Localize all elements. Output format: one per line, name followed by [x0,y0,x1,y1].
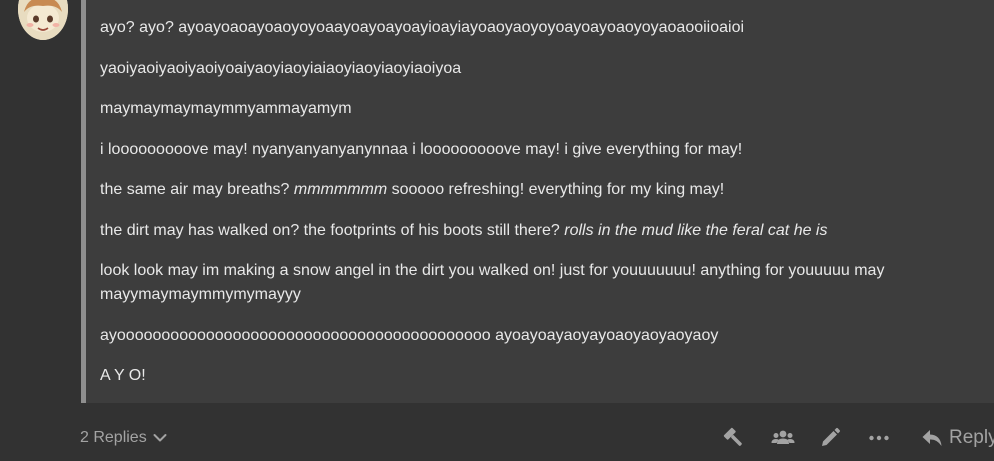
paragraph-text: i looooooooove may! nyanyanyanyanynnaa i… [100,140,743,158]
chevron-down-icon [153,434,167,442]
group-button[interactable] [771,426,795,450]
replies-toggle[interactable]: 2 Replies [80,428,167,448]
avatar[interactable] [18,0,68,40]
post-footer: 2 Replies Reply [0,403,994,461]
blockquote: ayo? ayo? ayoayoaoayoaoyoyoaayoayoayoayi… [81,0,994,403]
reply-button[interactable]: Reply [921,427,994,449]
hammer-icon [723,427,742,446]
post-paragraph: A Y O! [100,364,974,388]
italic-text: rolls in the mud like the feral cat he i… [564,221,828,239]
replies-label: 2 Replies [80,429,147,446]
paragraph-text: the dirt may has walked on? the footprin… [100,221,565,239]
pencil-icon [822,427,841,446]
post-paragraph: the dirt may has walked on? the footprin… [100,219,974,243]
paragraph-text: look look may im making a snow angel in … [100,262,885,303]
reply-arrow-icon [922,430,942,446]
post-paragraph: ayo? ayo? ayoayoaoayoaoyoyoaayoayoayoayi… [100,16,974,40]
post-paragraph: yaoiyaoiyaoiyaoiyoaiyaoyiaoyiaiaoyiaoyia… [100,57,974,81]
paragraph-text: A Y O! [100,367,146,384]
italic-text: mmmmmmm [293,181,388,198]
more-icon [869,435,889,441]
reply-label: Reply [949,427,994,448]
paragraph-text: ayoooooooooooooooooooooooooooooooooooooo… [100,326,719,344]
post-paragraph: ayoooooooooooooooooooooooooooooooooooooo… [100,324,974,348]
paragraph-text: the same air may breaths? [100,181,294,198]
forum-post: ayo? ayo? ayoayoaoayoaoyoyoaayoayoayoayi… [0,0,994,461]
post-paragraph: i looooooooove may! nyanyanyanyanynnaa i… [100,138,974,162]
quote-body: ayo? ayo? ayoayoaoayoaoyoyoaayoayoayoayi… [100,16,974,405]
post-paragraph: maymaymaymaymmyammayamym [100,97,974,121]
moderate-button[interactable] [722,426,746,450]
post-paragraph: look look may im making a snow angel in … [100,259,974,307]
group-icon [771,430,795,444]
post-paragraph: the same air may breaths? mmmmmmm sooooo… [100,178,974,202]
edit-button[interactable] [818,426,842,450]
paragraph-text: maymaymaymaymmyammayamym [100,100,352,117]
more-button[interactable] [867,426,891,450]
paragraph-text: ayo? ayo? ayoayoaoayoaoyoyoaayoayoayoayi… [100,19,745,36]
paragraph-text: sooooo refreshing! everything for my kin… [387,181,725,198]
post-actions [722,426,891,450]
paragraph-text: yaoiyaoiyaoiyaoiyoaiyaoyiaoyiaiaoyiaoyia… [100,59,462,77]
avatar-image [18,0,68,40]
